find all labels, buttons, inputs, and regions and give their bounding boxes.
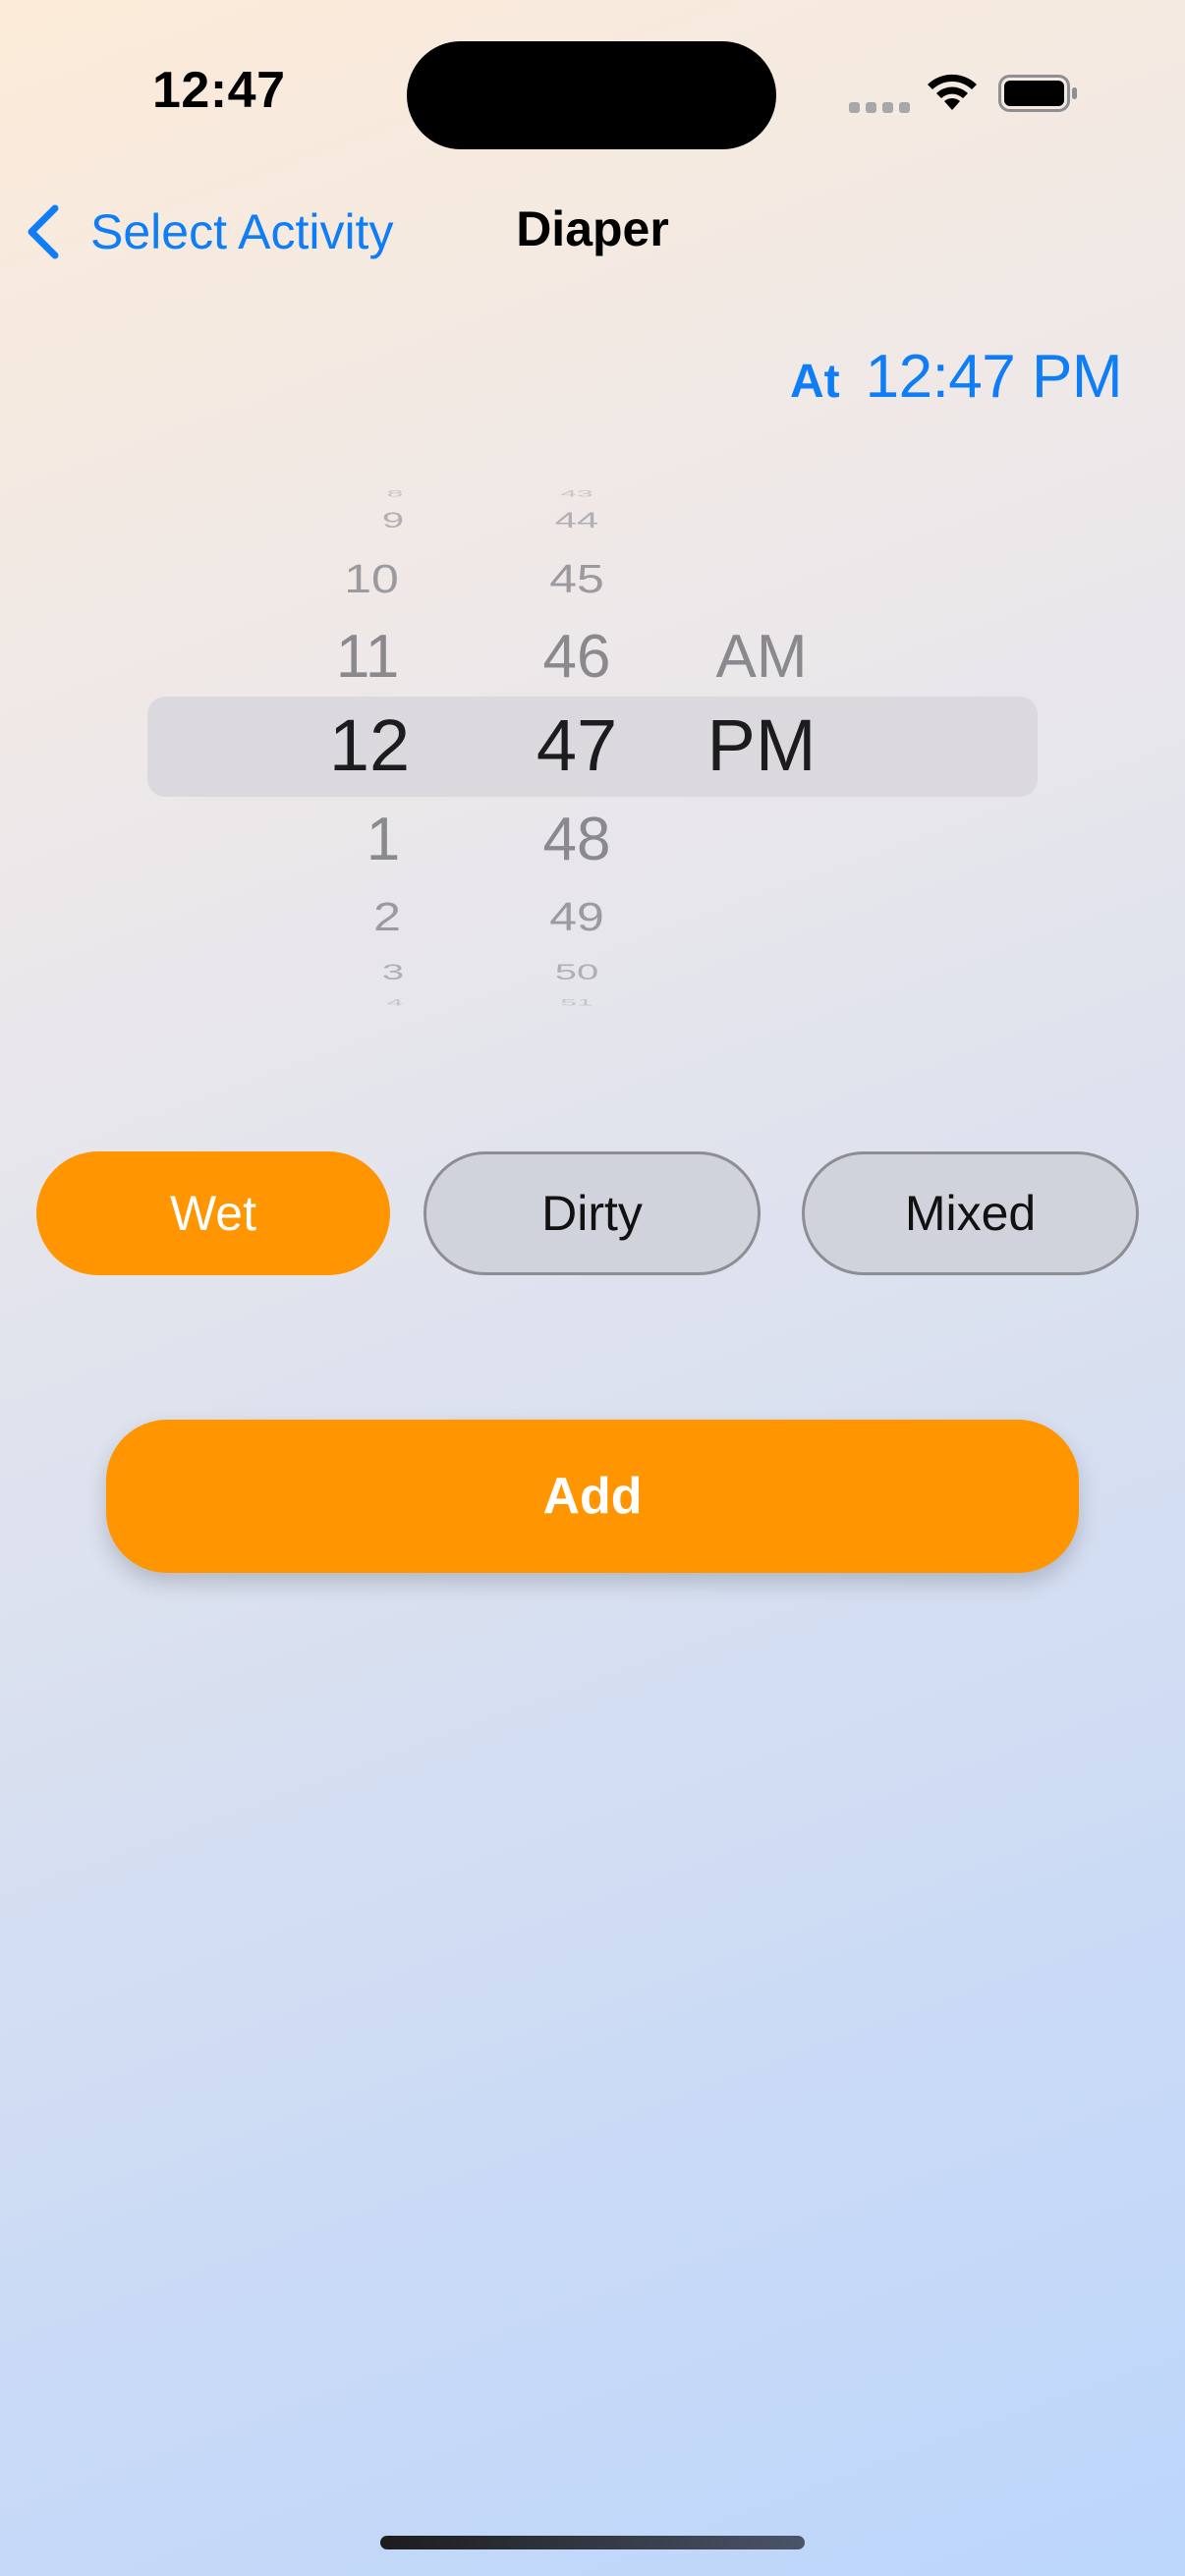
battery-icon <box>998 75 1077 112</box>
selected-time-value: 12:47 PM <box>865 343 1123 411</box>
picker-hour-item[interactable]: 1 <box>367 810 400 870</box>
chevron-left-icon <box>28 204 59 259</box>
cellular-signal-icon <box>849 102 910 113</box>
picker-minute-item[interactable]: 44 <box>555 510 599 532</box>
picker-hour-item[interactable]: 2 <box>373 897 401 937</box>
picker-hour-item[interactable]: 10 <box>344 559 399 599</box>
picker-hour-item[interactable]: 9 <box>382 510 404 532</box>
status-bar-time: 12:47 <box>152 62 286 119</box>
diaper-type-mixed-button[interactable]: Mixed <box>802 1151 1139 1275</box>
back-button-label: Select Activity <box>90 204 394 259</box>
home-indicator[interactable] <box>380 2536 805 2549</box>
dynamic-island <box>407 41 776 149</box>
picker-minute-item[interactable]: 45 <box>549 559 604 599</box>
picker-hour-item[interactable]: 8 <box>387 489 404 499</box>
diaper-type-dirty-button[interactable]: Dirty <box>423 1151 761 1275</box>
wifi-icon <box>928 74 977 110</box>
picker-minute-item[interactable]: 46 <box>543 627 611 688</box>
diaper-type-wet-button[interactable]: Wet <box>36 1151 390 1275</box>
picker-minute-selected[interactable]: 47 <box>536 709 617 782</box>
picker-hour-selected[interactable]: 12 <box>329 709 410 782</box>
picker-minute-item[interactable]: 50 <box>555 962 599 983</box>
add-button[interactable]: Add <box>106 1420 1079 1573</box>
picker-minute-item[interactable]: 43 <box>560 489 592 499</box>
picker-hour-item[interactable]: 3 <box>382 962 404 983</box>
picker-hour-item[interactable]: 4 <box>387 998 404 1008</box>
picker-minute-item[interactable]: 51 <box>560 998 592 1008</box>
back-button[interactable]: Select Activity <box>24 196 393 267</box>
picker-minute-item[interactable]: 49 <box>549 897 604 937</box>
picker-period-item[interactable]: AM <box>716 627 808 688</box>
picker-period-selected[interactable]: PM <box>707 709 817 782</box>
time-picker[interactable]: 8 9 10 11 12 1 2 3 4 43 44 45 46 47 48 4… <box>147 477 1038 1008</box>
at-label: At <box>789 356 840 408</box>
picker-hour-item[interactable]: 11 <box>336 627 399 688</box>
time-readout[interactable]: At 12:47 PM <box>789 342 1123 412</box>
picker-minute-item[interactable]: 48 <box>543 810 611 870</box>
